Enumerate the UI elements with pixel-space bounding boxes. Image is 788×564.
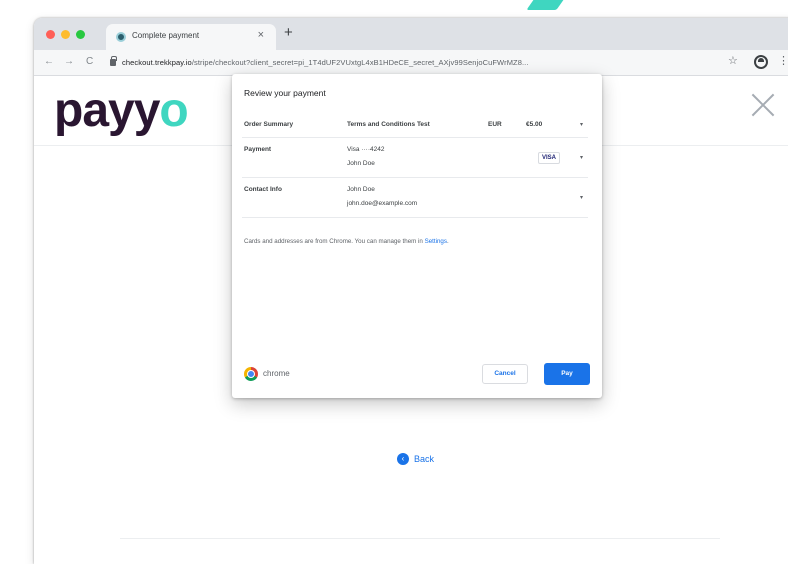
address-bar[interactable]: checkout.trekkpay.io/stripe/checkout?cli… <box>108 54 718 72</box>
footer-divider <box>120 538 720 539</box>
reload-icon[interactable]: C <box>86 56 93 68</box>
settings-link[interactable]: Settings <box>425 238 447 245</box>
payyo-logo: payyo <box>54 81 189 141</box>
visa-card-icon: VISA <box>538 152 560 164</box>
pay-button[interactable]: Pay <box>544 363 590 385</box>
forward-arrow-icon[interactable]: → <box>64 56 74 68</box>
chevron-down-icon[interactable]: ▾ <box>580 194 583 201</box>
tab-complete-payment[interactable]: Complete payment × <box>106 24 276 50</box>
chevron-down-icon[interactable]: ▾ <box>580 121 583 128</box>
payment-request-dialog: Review your payment Order Summary Terms … <box>232 74 602 398</box>
order-currency: EUR <box>488 121 502 128</box>
url-domain: checkout.trekkpay.io <box>122 58 192 67</box>
cancel-button[interactable]: Cancel <box>482 364 528 384</box>
profile-avatar-icon[interactable] <box>754 55 768 69</box>
note-end: . <box>446 238 449 245</box>
tab-title: Complete payment <box>132 31 200 40</box>
chrome-brand-label: chrome <box>263 369 290 378</box>
contact-info-row[interactable]: Contact Info John Doe john.doe@example.c… <box>242 178 588 218</box>
payment-label: Payment <box>244 146 272 153</box>
lock-icon <box>110 56 117 66</box>
tab-bar: Complete payment × + <box>34 18 788 50</box>
logo-accent-letter: o <box>159 84 188 137</box>
chevron-down-icon[interactable]: ▾ <box>580 154 583 161</box>
order-summary-row[interactable]: Order Summary Terms and Conditions Test … <box>242 110 588 138</box>
window-minimize-button[interactable] <box>61 30 70 39</box>
back-label: Back <box>414 454 435 464</box>
browser-toolbar: ← → C checkout.trekkpay.io/stripe/checko… <box>34 50 788 76</box>
order-amount: €5.00 <box>526 121 543 128</box>
url-path: /stripe/checkout?client_secret=pi_1T4dUF… <box>191 58 529 67</box>
order-item-name: Terms and Conditions Test <box>347 121 430 128</box>
order-summary-label: Order Summary <box>244 121 294 128</box>
favicon-icon <box>116 32 126 42</box>
note-text: Cards and addresses are from Chrome. You… <box>244 238 425 245</box>
chrome-data-note: Cards and addresses are from Chrome. You… <box>244 238 449 245</box>
browser-menu-icon[interactable]: ⋮ <box>778 55 788 67</box>
dialog-footer: chrome Cancel Pay <box>244 362 590 386</box>
page-close-icon[interactable] <box>748 90 778 120</box>
back-circle-icon: ‹ <box>397 453 409 465</box>
back-link[interactable]: ‹ Back <box>397 453 434 465</box>
window-maximize-button[interactable] <box>76 30 85 39</box>
tab-close-icon[interactable]: × <box>258 29 264 41</box>
url-text: checkout.trekkpay.io/stripe/checkout?cli… <box>122 58 529 67</box>
contact-name: John Doe <box>347 186 375 193</box>
logo-text: payy <box>54 84 160 137</box>
dialog-title: Review your payment <box>244 88 326 98</box>
back-arrow-icon[interactable]: ← <box>44 56 54 68</box>
payment-method-row[interactable]: Payment Visa ····4242 John Doe VISA ▾ <box>242 138 588 178</box>
window-controls <box>46 30 85 39</box>
bookmark-star-icon[interactable]: ☆ <box>728 55 738 67</box>
screen: Complete payment × + ← → C checkout.trek… <box>0 0 788 564</box>
contact-email: john.doe@example.com <box>347 200 418 207</box>
card-number: Visa ····4242 <box>347 146 385 153</box>
cardholder-name: John Doe <box>347 160 375 167</box>
chrome-logo-icon <box>244 367 258 381</box>
window-close-button[interactable] <box>46 30 55 39</box>
contact-info-label: Contact Info <box>244 186 282 193</box>
new-tab-button[interactable]: + <box>284 25 293 41</box>
decorative-accent-shape <box>526 0 568 10</box>
